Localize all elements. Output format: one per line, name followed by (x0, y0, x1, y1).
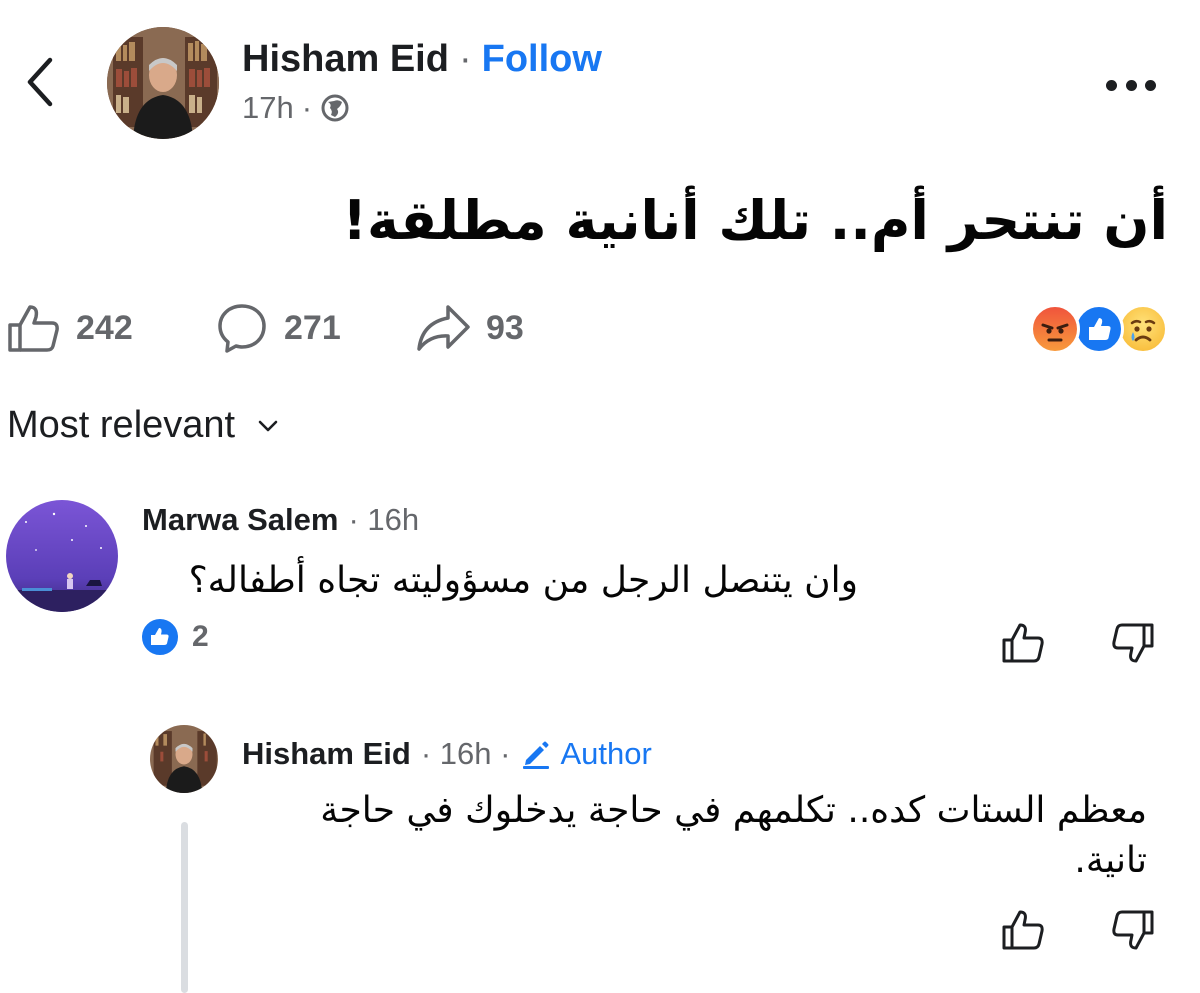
like-button[interactable]: 242 (6, 300, 133, 356)
post-author-line: Hisham Eid · Follow (242, 38, 602, 81)
comment-text: وان يتنصل الرجل من مسؤوليته تجاه أطفاله؟ (188, 560, 858, 601)
angry-reaction-icon (1030, 304, 1080, 354)
reaction-summary[interactable] (1030, 304, 1168, 354)
author-badge: Author (520, 736, 652, 772)
reply-text: معظم الستات كده.. تكلمهم في حاجة يدخلوك … (320, 790, 1147, 882)
comment-bubble-icon (218, 304, 266, 353)
sad-reaction-icon (1118, 304, 1168, 354)
comment-header: Marwa Salem · 16h (142, 502, 419, 538)
back-button[interactable] (12, 50, 68, 114)
reply-time[interactable]: · 16h · (421, 736, 511, 772)
comment-reactions[interactable]: 2 (140, 617, 209, 657)
reply-thread-line (181, 822, 188, 993)
pencil-icon (523, 741, 550, 769)
more-dot-icon (1125, 79, 1137, 91)
post-timestamp[interactable]: 17h (242, 90, 294, 126)
globe-icon (321, 94, 349, 122)
comment-count: 271 (284, 308, 341, 347)
author-name[interactable]: Hisham Eid (242, 38, 449, 81)
sort-label: Most relevant (7, 404, 236, 446)
author-avatar[interactable] (107, 27, 219, 139)
share-arrow-icon (417, 305, 470, 351)
chevron-down-icon (258, 420, 278, 431)
more-options-button[interactable] (1100, 70, 1162, 100)
comments-sort-dropdown[interactable]: Most relevant (7, 404, 279, 447)
reply-author[interactable]: Hisham Eid (242, 736, 411, 772)
commenter-avatar[interactable] (6, 500, 118, 612)
more-dot-icon (1106, 79, 1117, 91)
share-button[interactable]: 93 (414, 300, 524, 356)
comment-upvote-button[interactable] (998, 618, 1048, 668)
thumbs-down-icon (1112, 623, 1154, 663)
post-meta: 17h · (242, 90, 350, 126)
reply-downvote-button[interactable] (1108, 905, 1158, 955)
thumbs-up-icon (1002, 623, 1044, 663)
like-reaction-icon (140, 617, 180, 657)
like-count: 242 (76, 308, 133, 347)
name-separator: · (458, 38, 472, 80)
share-count: 93 (486, 308, 524, 347)
comment-author[interactable]: Marwa Salem (142, 502, 338, 538)
thumbs-up-icon (1002, 910, 1044, 950)
follow-button[interactable]: Follow (482, 38, 602, 81)
chevron-left-icon (27, 57, 53, 107)
comment-downvote-button[interactable] (1108, 618, 1158, 668)
comment-button[interactable]: 271 (214, 300, 341, 356)
author-badge-label: Author (560, 736, 652, 771)
comment-time[interactable]: · 16h (348, 502, 419, 538)
reply-header: Hisham Eid · 16h · Author (242, 736, 652, 772)
comment-reaction-count: 2 (192, 620, 209, 653)
meta-separator: · (301, 90, 313, 125)
thumbs-down-icon (1112, 910, 1154, 950)
reply-author-avatar[interactable] (150, 725, 218, 793)
thumbs-up-icon (8, 305, 59, 352)
reply-upvote-button[interactable] (998, 905, 1048, 955)
more-dot-icon (1145, 79, 1156, 91)
post-text: أن تنتحر أم.. تلك أنانية مطلقة! (342, 189, 1168, 252)
like-reaction-icon (1074, 304, 1124, 354)
